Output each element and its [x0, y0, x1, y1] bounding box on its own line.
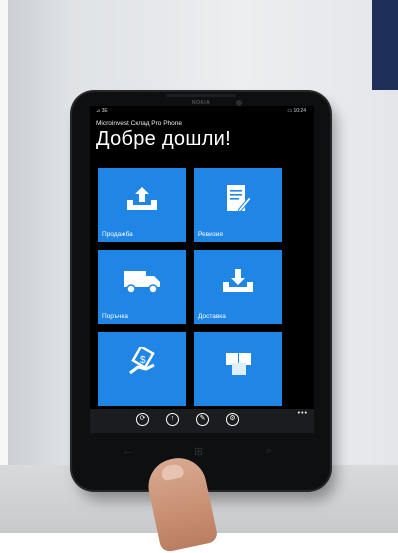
app-bar: ⟳ ↑ ✎ ⚙ •••: [90, 409, 314, 433]
battery-clock: ▭ 10:24: [287, 108, 306, 114]
background-object: [372, 0, 398, 90]
tile-label: Поръчка: [102, 313, 128, 320]
smartphone: NOKIA ⊿ 3E ▭ 10:24 Microinvest Склад Pro…: [72, 92, 330, 490]
tile-boxes[interactable]: [194, 332, 282, 406]
tile-audit[interactable]: Ревизия: [194, 168, 282, 242]
tile-label: Доставка: [198, 313, 226, 320]
about-icon[interactable]: ⚙: [226, 413, 239, 426]
document-edit-icon: [227, 185, 251, 213]
fingernail: [160, 462, 185, 482]
status-bar: ⊿ 3E ▭ 10:24: [90, 106, 314, 116]
boxes-icon: [226, 353, 251, 376]
signal-indicator: ⊿ 3E: [96, 108, 108, 114]
upload-tray-icon: [127, 187, 157, 211]
hardware-nav-bar: ← ⊞ ⌕: [90, 437, 314, 467]
tile-label: Продажба: [102, 231, 133, 238]
tile-delivery[interactable]: Доставка: [194, 250, 282, 324]
payment-hand-icon: $: [129, 347, 155, 375]
page-title: Добре дошли!: [96, 128, 231, 150]
tile-label: Ревизия: [198, 231, 223, 238]
more-menu-button[interactable]: •••: [298, 410, 308, 417]
tile-sale[interactable]: Продажба: [98, 168, 186, 242]
upload-icon[interactable]: ↑: [166, 413, 179, 426]
app-title: Microinvest Склад Pro Phone: [96, 120, 183, 127]
tile-payment[interactable]: $: [98, 332, 186, 406]
svg-text:$: $: [140, 355, 146, 366]
phone-screen: ⊿ 3E ▭ 10:24 Microinvest Склад Pro Phone…: [90, 106, 314, 433]
tile-order[interactable]: Поръчка: [98, 250, 186, 324]
delivery-truck-icon: [124, 271, 160, 294]
tile-grid: Продажба Ревизия Поръчка Доставка $: [98, 168, 314, 408]
earpiece-speaker: [166, 94, 236, 97]
back-icon[interactable]: ←: [122, 445, 133, 457]
sync-icon[interactable]: ⟳: [136, 413, 149, 426]
download-tray-icon: [223, 269, 253, 293]
photo-border: [0, 0, 8, 533]
settings-icon[interactable]: ✎: [196, 413, 209, 426]
search-icon[interactable]: ⌕: [266, 445, 272, 458]
windows-start-icon[interactable]: ⊞: [194, 445, 203, 458]
